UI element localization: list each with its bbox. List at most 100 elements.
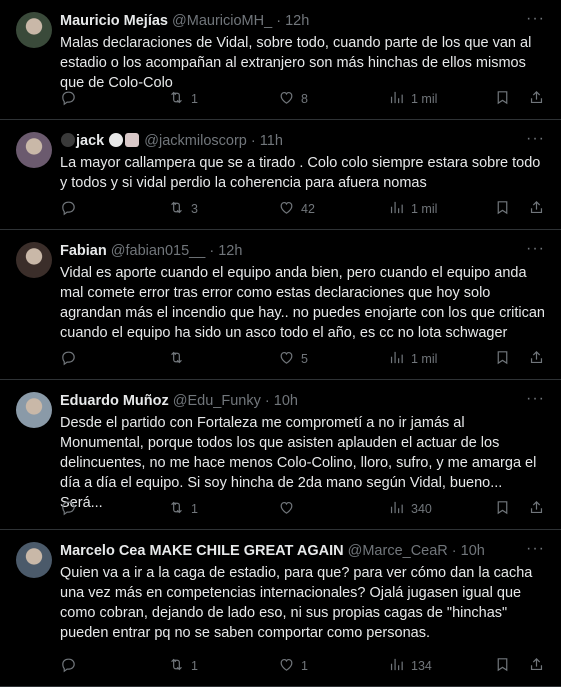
like-button[interactable]: 8 [278,89,308,109]
action-count: 340 [411,502,432,516]
share-button[interactable] [528,89,545,109]
hand-emoji-icon [125,133,140,147]
user-name[interactable]: Mauricio Mejías [60,13,168,29]
more-icon[interactable]: ··· [526,540,545,558]
heart-icon [278,499,295,519]
heart-icon [278,656,295,676]
user-name[interactable]: Marcelo Cea MAKE CHILE GREAT AGAIN [60,543,344,559]
action-count: 8 [301,92,308,106]
more-icon[interactable]: ··· [526,240,545,258]
avatar[interactable] [16,242,52,278]
avatar[interactable] [16,132,52,168]
circle-emoji-icon [61,133,75,147]
bookmark-button[interactable] [494,199,511,219]
retweet-button[interactable]: 1 [168,89,198,109]
retweet-button[interactable]: 1 [168,656,198,676]
reply-icon [60,656,77,676]
reply-icon [60,89,77,109]
action-count: 134 [411,659,432,673]
heart-icon [278,349,295,369]
user-name[interactable]: Eduardo Muñoz [60,393,169,409]
retweet-icon [168,349,185,369]
tweet-header: Marcelo Cea MAKE CHILE GREAT AGAIN @Marc… [60,542,545,561]
views-icon [388,349,405,369]
avatar[interactable] [16,542,52,578]
share-button[interactable] [528,656,545,676]
retweet-icon [168,199,185,219]
views-button[interactable]: 134 [388,656,432,676]
retweet-button[interactable] [168,349,191,369]
share-button[interactable] [528,199,545,219]
user-handle[interactable]: @jackmiloscorp [144,133,247,149]
timestamp[interactable]: 12h [285,13,309,29]
views-button[interactable]: 1 mil [388,199,437,219]
views-button[interactable]: 1 mil [388,349,437,369]
more-icon[interactable]: ··· [526,390,545,408]
retweet-button[interactable]: 3 [168,199,198,219]
user-handle[interactable]: @MauricioMH_ [172,13,272,29]
tweet[interactable]: Fabian @fabian015__ · 12h ··· Vidal es apo… [0,230,561,380]
timestamp[interactable]: 12h [218,243,242,259]
views-button[interactable]: 1 mil [388,89,437,109]
reply-button[interactable] [60,199,83,219]
user-handle[interactable]: @fabian015__ [111,243,206,259]
share-button[interactable] [528,349,545,369]
views-icon [388,199,405,219]
tweet[interactable]: Mauricio Mejías @MauricioMH_ · 12h ··· Mal… [0,0,561,120]
bookmark-button[interactable] [494,656,511,676]
tweet[interactable]: Marcelo Cea MAKE CHILE GREAT AGAIN @Marc… [0,530,561,687]
user-name[interactable]: Fabian [60,243,107,259]
tweet-actions: 1 1 134 [60,646,545,686]
tweet-header: Fabian @fabian015__ · 12h [60,242,545,261]
separator-dot: · [451,543,457,559]
action-count: 1 mil [411,92,438,106]
bookmark-icon [494,349,511,369]
user-handle[interactable]: @Marce_CeaR [348,543,448,559]
more-icon[interactable]: ··· [526,10,545,28]
timestamp[interactable]: 10h [274,393,298,409]
timestamp[interactable]: 10h [461,543,485,559]
action-count: 1 mil [411,202,438,216]
bookmark-button[interactable] [494,89,511,109]
like-button[interactable] [278,499,301,519]
tweet[interactable]: Eduardo Muñoz @Edu_Funky · 10h ··· Desde e… [0,380,561,530]
separator-dot: · [250,133,256,149]
tweet-actions: 5 1 mil [60,339,545,379]
like-button[interactable]: 1 [278,656,308,676]
share-button[interactable] [528,499,545,519]
avatar[interactable] [16,392,52,428]
reply-button[interactable] [60,656,83,676]
views-icon [388,656,405,676]
views-icon [388,89,405,109]
reply-button[interactable] [60,349,83,369]
tweet-text: Quien va a ir a la caga de estadio, para… [60,565,533,641]
tweet-actions: 1 8 1 mil [60,79,545,119]
views-button[interactable]: 340 [388,499,432,519]
user-handle[interactable]: @Edu_Funky [173,393,261,409]
avatar[interactable] [16,12,52,48]
bookmark-button[interactable] [494,349,511,369]
separator-dot: · [264,393,270,409]
share-icon [528,656,545,676]
action-count: 1 [301,659,308,673]
user-name[interactable]: jack [76,133,104,149]
retweet-icon [168,499,185,519]
tweet-header: jack @jackmiloscorp · 11h [60,132,545,151]
reply-feed: Mauricio Mejías @MauricioMH_ · 12h ··· Mal… [0,0,561,687]
white-circle-emoji-icon [109,133,124,147]
bookmark-button[interactable] [494,499,511,519]
more-icon[interactable]: ··· [526,130,545,148]
reply-button[interactable] [60,89,83,109]
retweet-button[interactable]: 1 [168,499,198,519]
reply-icon [60,349,77,369]
tweet[interactable]: jack @jackmiloscorp · 11h ··· La mayor cal… [0,120,561,230]
share-icon [528,89,545,109]
views-icon [388,499,405,519]
separator-dot: · [276,13,282,29]
timestamp[interactable]: 11h [260,133,283,149]
reply-button[interactable] [60,499,83,519]
retweet-icon [168,89,185,109]
like-button[interactable]: 5 [278,349,308,369]
heart-icon [278,199,295,219]
like-button[interactable]: 42 [278,199,315,219]
